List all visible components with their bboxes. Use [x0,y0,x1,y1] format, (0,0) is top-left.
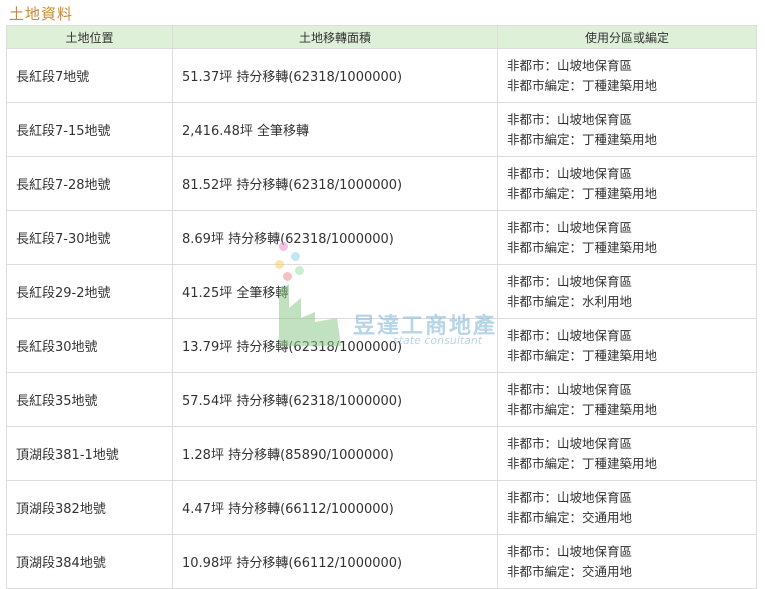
cell-zoning: 非都市：山坡地保育區 非都市編定：交通用地 [497,534,757,589]
zoning-category: 非都市：山坡地保育區 [507,220,633,235]
cell-zoning: 非都市：山坡地保育區非都市編定：丁種建築用地 [497,372,757,427]
cell-zoning: 非都市：山坡地保育區非都市編定：丁種建築用地 [497,48,757,103]
table-row: 長紅段29-2地號 41.25坪 全筆移轉 非都市：山坡地保育區 非都市編定：水利用地 [6,264,757,319]
header-area: 土地移轉面積 [172,25,498,49]
table-row: 頂湖段382地號 4.47坪 持分移轉(66112/1000000) 非都市：山坡地… [6,480,757,535]
cell-zoning: 非都市：山坡地保育區非都市編定：丁種建築用地 [497,102,757,157]
table-row: 頂湖段384地號 10.98坪 持分移轉(66112/1000000) 非都市：山坡… [6,534,757,589]
cell-area: 13.79坪 持分移轉(62318/1000000) [172,318,498,373]
table-row: 長紅段7地號 51.37坪 持分移轉(62318/1000000) 非都市：山坡地保… [6,48,757,103]
zoning-designation: 非都市編定：丁種建築用地 [507,132,658,147]
cell-location: 頂湖段384地號 [6,534,173,589]
table-row: 頂湖段381-1地號 1.28坪 持分移轉(85890/1000000) 非都市：山… [6,426,757,481]
cell-location: 長紅段7-28地號 [6,156,173,211]
zoning-category: 非都市：山坡地保育區 [507,58,633,73]
zoning-designation: 非都市編定：交通用地 [507,564,633,579]
cell-location: 長紅段30地號 [6,318,173,373]
cell-zoning: 非都市：山坡地保育區 非都市編定：交通用地 [497,480,757,535]
zoning-designation: 非都市編定：丁種建築用地 [507,456,658,471]
zoning-category: 非都市：山坡地保育區 [507,490,633,505]
table-header-row: 土地位置 土地移轉面積 使用分區或編定 [6,25,757,49]
cell-area: 8.69坪 持分移轉(62318/1000000) [172,210,498,265]
cell-location: 長紅段29-2地號 [6,264,173,319]
zoning-category: 非都市：山坡地保育區 [507,112,633,127]
section-title: 土地資料 [9,5,74,23]
zoning-category: 非都市：山坡地保育區 [507,436,633,451]
cell-location: 頂湖段382地號 [6,480,173,535]
cell-zoning: 非都市：山坡地保育區非都市編定：丁種建築用地 [497,318,757,373]
zoning-designation: 非都市編定：丁種建築用地 [507,240,658,255]
cell-zoning: 非都市：山坡地保育區非都市編定：丁種建築用地 [497,210,757,265]
zoning-category: 非都市：山坡地保育區 [507,544,633,559]
header-location: 土地位置 [6,25,173,49]
cell-location: 頂湖段381-1地號 [6,426,173,481]
zoning-designation: 非都市編定：丁種建築用地 [507,78,658,93]
zoning-category: 非都市：山坡地保育區 [507,274,633,289]
cell-zoning: 非都市：山坡地保育區 非都市編定：水利用地 [497,264,757,319]
table-row: 長紅段35地號 57.54坪 持分移轉(62318/1000000) 非都市：山坡地… [6,372,757,427]
cell-zoning: 非都市：山坡地保育區非都市編定：丁種建築用地 [497,156,757,211]
table-row: 長紅段7-15地號 2,416.48坪 全筆移轉 非都市：山坡地保育區非都市編定：丁… [6,102,757,157]
land-data-table: 土地位置 土地移轉面積 使用分區或編定 長紅段7地號 51.37坪 持分移轉(62… [6,25,757,589]
cell-location: 長紅段35地號 [6,372,173,427]
cell-area: 2,416.48坪 全筆移轉 [172,102,498,157]
cell-area: 57.54坪 持分移轉(62318/1000000) [172,372,498,427]
cell-area: 81.52坪 持分移轉(62318/1000000) [172,156,498,211]
cell-area: 41.25坪 全筆移轉 [172,264,498,319]
zoning-designation: 非都市編定：交通用地 [507,510,633,525]
cell-location: 長紅段7-15地號 [6,102,173,157]
zoning-designation: 非都市編定：丁種建築用地 [507,402,658,417]
zoning-designation: 非都市編定：丁種建築用地 [507,186,658,201]
cell-area: 10.98坪 持分移轉(66112/1000000) [172,534,498,589]
zoning-category: 非都市：山坡地保育區 [507,382,633,397]
cell-zoning: 非都市：山坡地保育區非都市編定：丁種建築用地 [497,426,757,481]
cell-area: 1.28坪 持分移轉(85890/1000000) [172,426,498,481]
cell-area: 51.37坪 持分移轉(62318/1000000) [172,48,498,103]
zoning-designation: 非都市編定：丁種建築用地 [507,348,658,363]
cell-location: 長紅段7-30地號 [6,210,173,265]
table-row: 長紅段7-28地號 81.52坪 持分移轉(62318/1000000) 非都市：山… [6,156,757,211]
zoning-category: 非都市：山坡地保育區 [507,328,633,343]
zoning-designation: 非都市編定：水利用地 [507,294,633,309]
zoning-category: 非都市：山坡地保育區 [507,166,633,181]
table-row: 長紅段30地號 13.79坪 持分移轉(62318/1000000) 非都市：山坡地… [6,318,757,373]
header-zoning: 使用分區或編定 [497,25,757,49]
table-row: 長紅段7-30地號 8.69坪 持分移轉(62318/1000000) 非都市：山坡… [6,210,757,265]
cell-location: 長紅段7地號 [6,48,173,103]
cell-area: 4.47坪 持分移轉(66112/1000000) [172,480,498,535]
